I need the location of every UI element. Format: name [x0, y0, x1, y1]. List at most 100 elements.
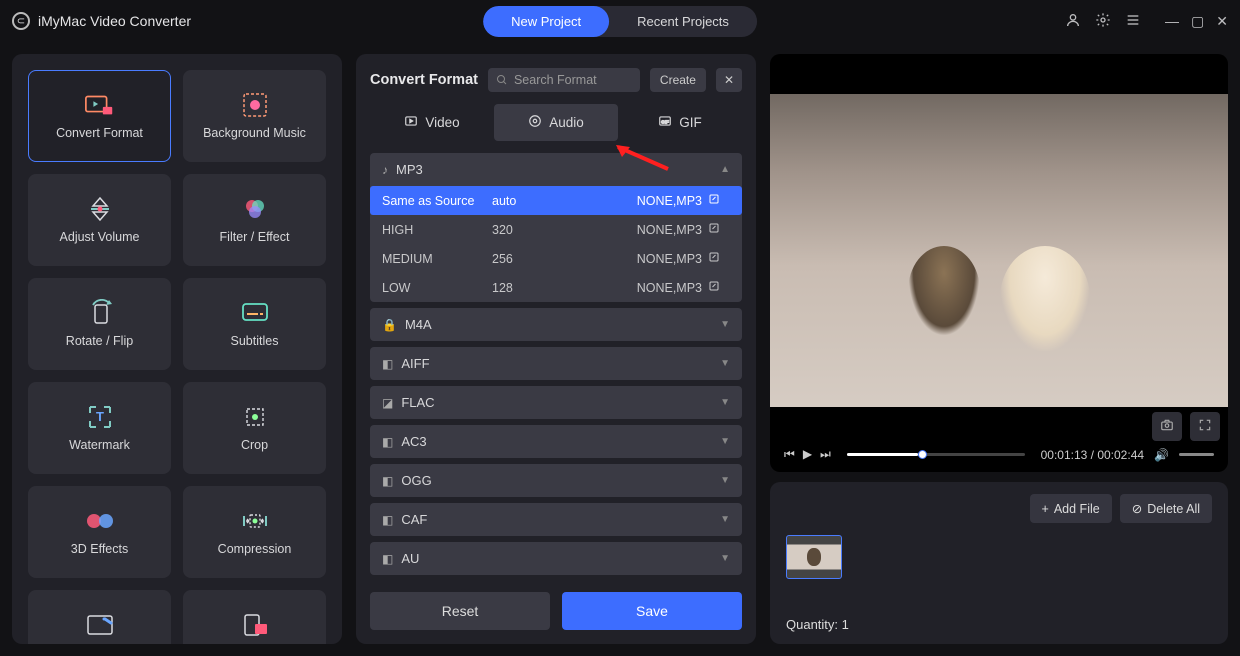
- tool-tile-rotate-flip[interactable]: Rotate / Flip: [28, 278, 171, 370]
- format-group-header[interactable]: ◧AU▼: [370, 542, 742, 575]
- edit-icon[interactable]: [708, 251, 730, 266]
- format-group-header[interactable]: ◧ AC3 ▼: [370, 425, 742, 458]
- maximize-button[interactable]: ▢: [1191, 13, 1204, 30]
- tab-icon: [528, 114, 542, 131]
- reset-button[interactable]: Reset: [370, 592, 550, 630]
- preset-bitrate: 128: [492, 281, 592, 295]
- format-name: M4A: [405, 317, 432, 332]
- user-icon[interactable]: [1065, 12, 1081, 31]
- tab-label: GIF: [679, 115, 702, 130]
- tool-tile-subtitles[interactable]: Subtitles: [183, 278, 326, 370]
- preset-quality: Same as Source: [382, 194, 492, 208]
- tile-icon: [239, 300, 271, 326]
- delete-all-button[interactable]: ⊘Delete All: [1120, 494, 1212, 523]
- tile-label: Convert Format: [56, 126, 143, 140]
- tool-tile-crop[interactable]: Crop: [183, 382, 326, 474]
- time-display: 00:01:13 / 00:02:44: [1041, 448, 1144, 462]
- volume-slider[interactable]: [1179, 453, 1214, 456]
- format-group-header[interactable]: ◪FLAC▼: [370, 386, 742, 419]
- chevron-icon: ▼: [720, 475, 730, 486]
- recent-projects-button[interactable]: Recent Projects: [609, 6, 757, 37]
- chevron-icon: ▼: [720, 553, 730, 564]
- tab-icon: GIF: [658, 114, 672, 131]
- tab-icon: [404, 114, 418, 131]
- tile-icon: [84, 612, 116, 638]
- svg-text:T: T: [96, 409, 104, 424]
- format-icon: 🔒: [382, 318, 397, 332]
- tool-tile-compression[interactable]: Compression: [183, 486, 326, 578]
- play-button[interactable]: ▶: [803, 447, 812, 462]
- format-group-aiff: ◧AIFF▼: [370, 347, 742, 380]
- tile-icon: [239, 196, 271, 222]
- format-name: AC3: [401, 434, 426, 449]
- seek-slider[interactable]: [847, 453, 1025, 456]
- format-tab-gif[interactable]: GIF GIF: [618, 104, 742, 141]
- preset-row[interactable]: Same as SourceautoNONE,MP3: [370, 186, 742, 215]
- prev-button[interactable]: ⏮: [784, 447, 795, 462]
- tool-tile-background-music[interactable]: Background Music: [183, 70, 326, 162]
- tool-tile--d-effects[interactable]: 3D Effects: [28, 486, 171, 578]
- volume-icon[interactable]: 🔊: [1154, 448, 1169, 462]
- preset-row[interactable]: HIGH320NONE,MP3: [370, 215, 742, 244]
- chevron-icon: ▼: [720, 397, 730, 408]
- new-project-button[interactable]: New Project: [483, 6, 609, 37]
- tool-tile-id-[interactable]: ID3: [28, 590, 171, 644]
- search-icon: [496, 74, 508, 86]
- close-button[interactable]: ✕: [1216, 13, 1228, 30]
- chevron-icon: ▼: [720, 436, 730, 447]
- tile-label: 3D Effects: [71, 542, 128, 556]
- next-button[interactable]: ⏭: [820, 447, 831, 462]
- minimize-button[interactable]: —: [1165, 13, 1179, 30]
- menu-icon[interactable]: [1125, 12, 1141, 31]
- preset-quality: HIGH: [382, 223, 492, 237]
- tile-label: Filter / Effect: [220, 230, 290, 244]
- tile-icon: [84, 196, 116, 222]
- svg-text:GIF: GIF: [661, 119, 669, 124]
- tab-label: Audio: [549, 115, 584, 130]
- format-icon: ◧: [382, 474, 393, 488]
- preset-output: NONE,MP3: [592, 252, 708, 266]
- chevron-icon: ▼: [720, 514, 730, 525]
- format-name: FLAC: [401, 395, 434, 410]
- tool-tile-watermark[interactable]: TWatermark: [28, 382, 171, 474]
- edit-icon[interactable]: [708, 280, 730, 295]
- tool-tile-filter-effect[interactable]: Filter / Effect: [183, 174, 326, 266]
- format-name: OGG: [401, 473, 431, 488]
- add-file-button[interactable]: +Add File: [1030, 494, 1112, 523]
- close-panel-button[interactable]: ✕: [716, 68, 742, 92]
- preset-output: NONE,MP3: [592, 223, 708, 237]
- preset-row[interactable]: MEDIUM256NONE,MP3: [370, 244, 742, 273]
- edit-icon[interactable]: [708, 222, 730, 237]
- preset-bitrate: 320: [492, 223, 592, 237]
- tile-icon: T: [84, 404, 116, 430]
- create-button[interactable]: Create: [650, 68, 706, 92]
- search-format-input[interactable]: Search Format: [488, 68, 640, 92]
- snapshot-icon[interactable]: [1152, 412, 1182, 441]
- edit-icon[interactable]: [708, 193, 730, 208]
- tool-tile-screenshot[interactable]: Screenshot: [183, 590, 326, 644]
- preset-bitrate: 256: [492, 252, 592, 266]
- format-group-header[interactable]: ◧CAF▼: [370, 503, 742, 536]
- file-thumbnail[interactable]: [786, 535, 842, 579]
- tile-label: Subtitles: [231, 334, 279, 348]
- preset-quality: MEDIUM: [382, 252, 492, 266]
- format-icon: ◧: [382, 435, 393, 449]
- save-button[interactable]: Save: [562, 592, 742, 630]
- gear-icon[interactable]: [1095, 12, 1111, 31]
- format-tab-audio[interactable]: Audio: [494, 104, 618, 141]
- chevron-icon: ▲: [720, 164, 730, 175]
- preset-quality: LOW: [382, 281, 492, 295]
- tool-tile-adjust-volume[interactable]: Adjust Volume: [28, 174, 171, 266]
- format-group-header[interactable]: 🔒M4A▼: [370, 308, 742, 341]
- tile-icon: [239, 612, 271, 638]
- format-icon: ♪: [382, 163, 388, 177]
- preset-row[interactable]: LOW128NONE,MP3: [370, 273, 742, 302]
- format-tab-video[interactable]: Video: [370, 104, 494, 141]
- format-group-header[interactable]: ◧AIFF▼: [370, 347, 742, 380]
- tool-sidebar: Convert Format Background MusicAdjust Vol…: [12, 54, 342, 644]
- tool-tile-convert-format[interactable]: Convert Format: [28, 70, 171, 162]
- fullscreen-icon[interactable]: [1190, 412, 1220, 441]
- format-group-header[interactable]: ♪MP3▲: [370, 153, 742, 186]
- app-title: iMyMac Video Converter: [38, 13, 191, 29]
- format-group-header[interactable]: ◧ OGG ▼: [370, 464, 742, 497]
